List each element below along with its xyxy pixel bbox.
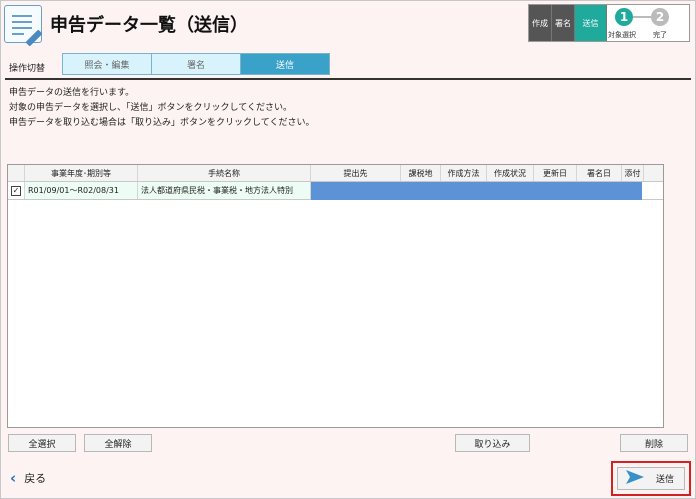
step-1-label: 対象選択 <box>608 31 636 39</box>
table-header: 事業年度･期別等 手続名称 提出先 課税地 作成方法 作成状況 更新日 署名日 … <box>8 165 663 182</box>
step-indicator: 作成 署名 送信 1 2 対象選択 完了 <box>528 4 690 42</box>
delete-button[interactable]: 削除 <box>620 434 688 452</box>
column-header-submit-to[interactable]: 提出先 <box>311 165 401 181</box>
declaration-table: 事業年度･期別等 手続名称 提出先 課税地 作成方法 作成状況 更新日 署名日 … <box>7 164 664 428</box>
import-button[interactable]: 取り込み <box>455 434 530 452</box>
column-header-signed[interactable]: 署名日 <box>577 165 622 181</box>
instruction-line: 申告データを取り込む場合は「取り込み」ボタンをクリックしてください。 <box>9 118 315 128</box>
column-header-procedure[interactable]: 手続名称 <box>138 165 311 181</box>
mode-switch-tabs: 照会・編集 署名 送信 <box>62 53 330 75</box>
divider <box>5 78 691 80</box>
app-document-icon <box>4 5 43 47</box>
step-connector <box>633 16 651 18</box>
header-checkbox-column <box>8 165 25 181</box>
mode-switch-label: 操作切替 <box>9 64 46 74</box>
row-selection-highlight <box>311 182 642 200</box>
table-row[interactable]: ✓ R01/09/01～R02/08/31 法人都道府県民税・事業税・地方法人特… <box>8 182 663 200</box>
column-header-period[interactable]: 事業年度･期別等 <box>25 165 138 181</box>
tab-view-edit[interactable]: 照会・編集 <box>62 53 152 75</box>
back-button[interactable]: ‹ 戻る <box>10 469 46 487</box>
page-title: 申告データ一覧（送信） <box>50 15 248 36</box>
column-header-status[interactable]: 作成状況 <box>487 165 534 181</box>
column-header-tax-location[interactable]: 課税地 <box>401 165 441 181</box>
tab-send[interactable]: 送信 <box>240 53 330 75</box>
column-header-method[interactable]: 作成方法 <box>441 165 487 181</box>
instructions: 申告データの送信を行います。 対象の申告データを選択し、「送信」ボタンをクリック… <box>9 86 314 131</box>
row-checkbox-cell[interactable]: ✓ <box>8 182 25 199</box>
step-tab-sign: 署名 <box>552 5 575 41</box>
deselect-all-button[interactable]: 全解除 <box>84 434 152 452</box>
back-label: 戻る <box>24 472 47 485</box>
send-button-highlight: 送信 <box>611 461 691 496</box>
tab-sign[interactable]: 署名 <box>151 53 241 75</box>
cell-period: R01/09/01～R02/08/31 <box>25 182 138 199</box>
send-arrow-icon <box>626 470 644 487</box>
select-all-button[interactable]: 全選択 <box>8 434 76 452</box>
column-header-updated[interactable]: 更新日 <box>534 165 577 181</box>
instruction-line: 申告データの送信を行います。 <box>9 88 135 98</box>
chevron-left-icon: ‹ <box>10 469 17 487</box>
send-button[interactable]: 送信 <box>617 467 685 490</box>
step-progress: 1 2 対象選択 完了 <box>607 5 689 41</box>
step-tab-create: 作成 <box>529 5 552 41</box>
cell-procedure: 法人都道府県民税・事業税・地方法人特別 <box>138 182 311 199</box>
send-label: 送信 <box>656 475 675 485</box>
instruction-line: 対象の申告データを選択し、「送信」ボタンをクリックしてください。 <box>9 103 292 113</box>
column-header-attachment[interactable]: 添付 <box>622 165 644 181</box>
row-checkbox[interactable]: ✓ <box>11 185 21 196</box>
step-2-circle: 2 <box>651 8 669 26</box>
step-tab-send: 送信 <box>575 5 607 41</box>
step-1-circle: 1 <box>615 8 633 26</box>
step-2-label: 完了 <box>653 31 667 39</box>
